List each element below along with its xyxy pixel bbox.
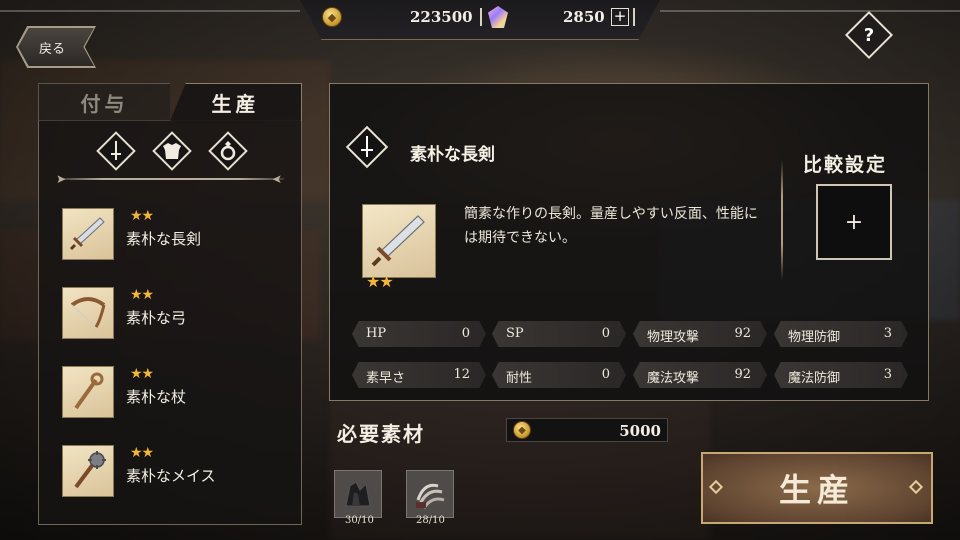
stat-value: 0 [601, 367, 610, 382]
gem-amount: 2850 [563, 8, 605, 26]
gold-coin-icon: ◆ [322, 7, 342, 27]
mace-icon [62, 445, 114, 497]
required-materials-label: 必要素材 [337, 422, 425, 446]
compare-label: 比較設定 [803, 154, 888, 176]
item-name: 素朴な弓 [126, 309, 187, 327]
stat-value: 3 [883, 326, 892, 341]
separator [633, 8, 635, 26]
stat-label: HP [366, 326, 387, 341]
buy-gems-button[interactable]: + [611, 8, 629, 26]
claw-icon [416, 483, 445, 509]
item-name: 素朴な杖 [126, 388, 187, 406]
rarity-stars: ★★ [130, 208, 154, 224]
gold-amount: 223500 [410, 8, 473, 26]
item-description: 簡素な作りの長剣。量産しやすい反面、性能には期待できない。 [464, 206, 758, 246]
help-button[interactable]: ? [852, 18, 886, 52]
item-title: 素朴な長剣 [410, 145, 495, 165]
material-count: 28/10 [416, 515, 445, 526]
stat-sp: SP 0 [492, 321, 626, 347]
top-ornament-line [0, 10, 300, 12]
stat-label: SP [506, 326, 524, 341]
gold-coin-icon: ◆ [513, 421, 531, 439]
stat-label: 素早さ [366, 371, 406, 386]
stat-value: 0 [601, 326, 610, 341]
stat-value: 12 [453, 367, 470, 382]
rarity-stars: ★★ [130, 445, 154, 461]
vertical-divider [781, 160, 783, 280]
stat-value: 3 [883, 367, 892, 382]
material-ore[interactable] [334, 470, 382, 518]
selected-item-image [362, 204, 436, 278]
selected-rarity-stars: ★★ [366, 272, 394, 291]
armor-icon [152, 131, 192, 171]
ore-icon [345, 481, 371, 507]
stat-hp: HP 0 [352, 321, 486, 347]
stat-label: 物理防御 [788, 330, 841, 345]
stat-label: 魔法攻撃 [647, 371, 700, 386]
staff-icon [62, 366, 114, 418]
stat-value: 92 [734, 326, 751, 341]
produce-button[interactable]: 生産 [701, 452, 933, 524]
tab-bar: 付与 生産 [38, 83, 302, 121]
tab-enchant[interactable]: 付与 [38, 83, 170, 121]
separator [480, 8, 482, 26]
list-item-bow[interactable]: ★★ 素朴な弓 [62, 287, 282, 343]
rarity-stars: ★★ [130, 287, 154, 303]
divider-end-icon: ➤ [56, 172, 67, 186]
sword-icon [347, 127, 387, 167]
list-item-long-sword[interactable]: ★★ 素朴な長剣 [62, 208, 282, 264]
stat-physical-attack: 物理攻撃 92 [633, 321, 767, 347]
cost-value: 5000 [619, 422, 661, 440]
tab-produce[interactable]: 生産 [170, 83, 302, 121]
stat-label: 魔法防御 [788, 371, 841, 386]
stat-label: 物理攻撃 [647, 330, 700, 345]
material-count: 30/10 [345, 515, 374, 526]
list-divider [58, 178, 284, 180]
stat-physical-defense: 物理防御 3 [774, 321, 908, 347]
divider-end-icon: ➤ [272, 172, 283, 186]
stat-resistance: 耐性 0 [492, 362, 626, 388]
stat-value: 92 [734, 367, 751, 382]
stat-value: 0 [461, 326, 470, 341]
top-ornament-line [660, 10, 960, 12]
rarity-stars: ★★ [130, 366, 154, 382]
sword-icon [62, 208, 114, 260]
material-claw[interactable] [406, 470, 454, 518]
ring-icon [208, 131, 248, 171]
gold-cost: ◆ 5000 [506, 418, 668, 442]
back-button[interactable]: 戻る [18, 28, 94, 66]
bow-icon [62, 287, 114, 339]
list-item-mace[interactable]: ★★ 素朴なメイス [62, 445, 282, 501]
stat-label: 耐性 [506, 371, 533, 386]
stat-magic-attack: 魔法攻撃 92 [633, 362, 767, 388]
stat-speed: 素早さ 12 [352, 362, 486, 388]
item-name: 素朴なメイス [126, 467, 216, 485]
stat-magic-defense: 魔法防御 3 [774, 362, 908, 388]
compare-add-button[interactable]: + [816, 184, 892, 260]
sword-icon [96, 131, 136, 171]
item-name: 素朴な長剣 [126, 230, 202, 248]
list-item-staff[interactable]: ★★ 素朴な杖 [62, 366, 282, 422]
